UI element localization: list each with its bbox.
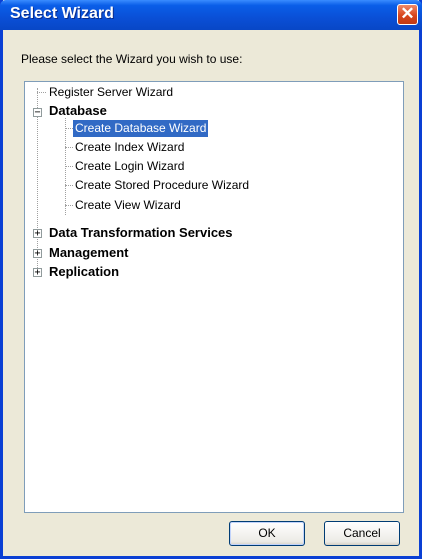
tree-item-management[interactable]: Management <box>47 244 130 261</box>
tree-item-create-stored-procedure-wizard[interactable]: Create Stored Procedure Wizard <box>73 177 251 194</box>
expand-icon[interactable]: + <box>33 249 42 259</box>
ok-button[interactable]: OK <box>229 521 305 546</box>
tree-item-create-view-wizard[interactable]: Create View Wizard <box>73 197 183 214</box>
instruction-text: Please select the Wizard you wish to use… <box>21 52 243 66</box>
tree-item-register-server-wizard[interactable]: Register Server Wizard <box>47 84 175 101</box>
tree-item-create-index-wizard[interactable]: Create Index Wizard <box>73 139 186 156</box>
tree-item-create-login-wizard[interactable]: Create Login Wizard <box>73 158 186 175</box>
tree-item-database[interactable]: Database <box>47 102 109 119</box>
wizard-tree[interactable]: Register Server Wizard − Database Create… <box>24 81 404 513</box>
tree-item-create-database-wizard[interactable]: Create Database Wizard <box>73 120 209 137</box>
expand-icon[interactable]: + <box>33 268 42 278</box>
title-bar[interactable]: Select Wizard ✕ <box>0 0 422 30</box>
tree-item-data-transformation-services[interactable]: Data Transformation Services <box>47 224 235 241</box>
window-title: Select Wizard <box>10 5 114 22</box>
select-wizard-dialog: Select Wizard ✕ Please select the Wizard… <box>0 0 422 559</box>
expand-icon[interactable]: + <box>33 229 42 239</box>
collapse-icon[interactable]: − <box>33 108 42 118</box>
cancel-button[interactable]: Cancel <box>324 521 400 546</box>
close-icon[interactable]: ✕ <box>397 4 418 25</box>
tree-item-replication[interactable]: Replication <box>47 263 121 280</box>
